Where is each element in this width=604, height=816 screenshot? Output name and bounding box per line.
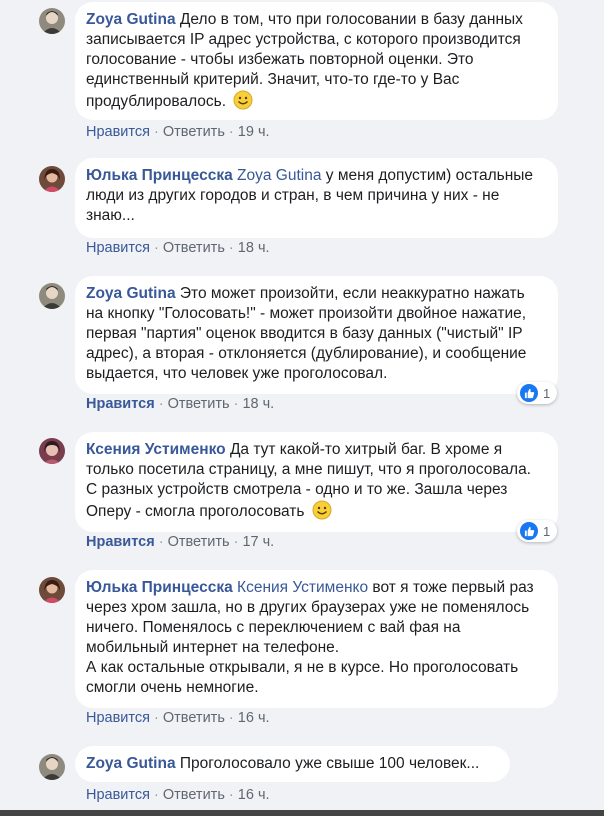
timestamp[interactable]: 17 ч. xyxy=(242,534,274,550)
timestamp[interactable]: 19 ч. xyxy=(238,124,270,140)
separator: · xyxy=(233,534,239,550)
like-link[interactable]: Нравится xyxy=(86,534,155,550)
like-link[interactable]: Нравится xyxy=(86,240,150,256)
reply-link[interactable]: Ответить xyxy=(168,534,230,550)
comment-actions: Нравится · Ответить · 19 ч. xyxy=(86,124,270,140)
separator: · xyxy=(154,124,159,140)
reaction-count[interactable]: 1 xyxy=(517,520,557,542)
separator: · xyxy=(154,710,159,726)
separator: · xyxy=(233,396,239,412)
reaction-number: 1 xyxy=(543,385,551,401)
comment-actions: Нравится · Ответить · 16 ч. xyxy=(86,787,270,803)
comment-bubble: Zoya Gutina Дело в том, что при голосова… xyxy=(75,2,558,120)
like-reaction-icon xyxy=(520,522,538,540)
reply-link[interactable]: Ответить xyxy=(163,710,225,726)
like-link[interactable]: Нравится xyxy=(86,710,150,726)
comment-bubble: Юлька Принцесска Zoya Gutina у меня допу… xyxy=(75,158,558,238)
bottom-edge xyxy=(0,810,604,816)
comment-actions: Нравится · Ответить · 18 ч. xyxy=(86,396,274,412)
mention-link[interactable]: Zoya Gutina xyxy=(237,167,321,184)
comment-bubble: Zoya Gutina Проголосовало уже свыше 100 … xyxy=(75,746,510,782)
comment-author[interactable]: Юлька Принцесска xyxy=(86,167,233,184)
timestamp[interactable]: 18 ч. xyxy=(238,240,270,256)
reply-link[interactable]: Ответить xyxy=(163,240,225,256)
comment-author[interactable]: Zoya Gutina xyxy=(86,285,176,302)
avatar[interactable] xyxy=(39,754,65,780)
separator: · xyxy=(154,787,159,803)
avatar[interactable] xyxy=(39,166,65,192)
timestamp[interactable]: 16 ч. xyxy=(238,787,270,803)
comment-author[interactable]: Zoya Gutina xyxy=(86,11,176,28)
comment-bubble: Zoya Gutina Это может произойти, если не… xyxy=(75,276,558,394)
avatar[interactable] xyxy=(39,577,65,603)
comment-author[interactable]: Zoya Gutina xyxy=(86,755,176,772)
smile-emoji-icon xyxy=(233,90,253,116)
timestamp[interactable]: 16 ч. xyxy=(238,710,270,726)
avatar[interactable] xyxy=(39,438,65,464)
separator: · xyxy=(228,787,234,803)
reaction-count[interactable]: 1 xyxy=(517,382,557,404)
like-reaction-icon xyxy=(520,384,538,402)
reply-link[interactable]: Ответить xyxy=(163,124,225,140)
reply-link[interactable]: Ответить xyxy=(168,396,230,412)
separator: · xyxy=(228,710,234,726)
comment-bubble: Юлька Принцесска Ксения Устименко вот я … xyxy=(75,570,558,708)
comment-text: Проголосовало уже свыше 100 человек... xyxy=(179,755,480,772)
like-link[interactable]: Нравится xyxy=(86,787,150,803)
separator: · xyxy=(158,396,164,412)
comment-bubble: Ксения Устименко Да тут какой-то хитрый … xyxy=(75,432,558,532)
comment-author[interactable]: Ксения Устименко xyxy=(86,441,226,458)
comment-actions: Нравится · Ответить · 18 ч. xyxy=(86,240,270,256)
separator: · xyxy=(228,124,234,140)
comment-text-2: А как остальные открывали, я не в курсе.… xyxy=(86,659,519,696)
avatar[interactable] xyxy=(39,283,65,309)
like-link[interactable]: Нравится xyxy=(86,124,150,140)
smile-emoji-icon xyxy=(312,500,332,526)
separator: · xyxy=(154,240,159,256)
separator: · xyxy=(158,534,164,550)
timestamp[interactable]: 18 ч. xyxy=(242,396,274,412)
comment-actions: Нравится · Ответить · 17 ч. xyxy=(86,534,274,550)
avatar[interactable] xyxy=(39,8,65,34)
mention-link[interactable]: Ксения Устименко xyxy=(237,579,368,596)
reply-link[interactable]: Ответить xyxy=(163,787,225,803)
separator: · xyxy=(228,240,234,256)
comment-actions: Нравится · Ответить · 16 ч. xyxy=(86,710,270,726)
reaction-number: 1 xyxy=(543,523,551,539)
like-link[interactable]: Нравится xyxy=(86,396,155,412)
comment-author[interactable]: Юлька Принцесска xyxy=(86,579,233,596)
